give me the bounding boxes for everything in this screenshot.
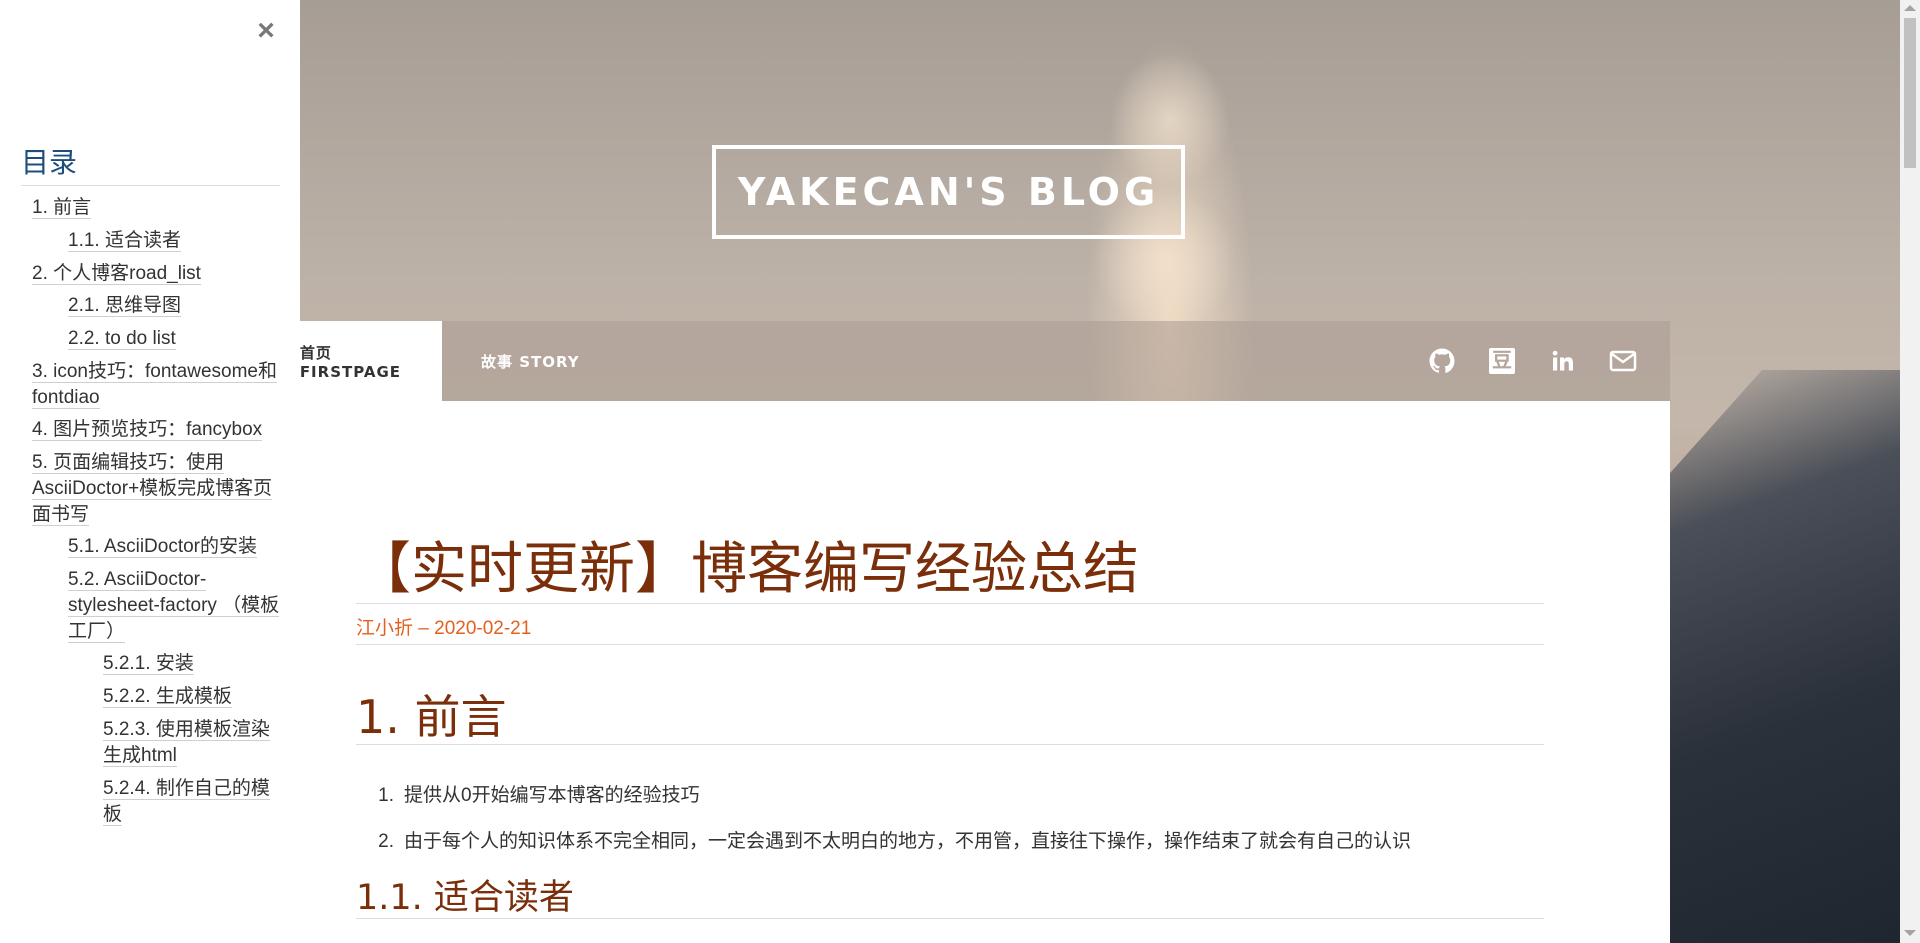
toc-link[interactable]: 2.2. to do list <box>68 328 176 350</box>
github-icon[interactable] <box>1424 343 1460 379</box>
page-scrollbar[interactable] <box>1900 0 1920 943</box>
toc-item-1[interactable]: 1. 前言 <box>32 195 92 221</box>
toc-item-4[interactable]: 4. 图片预览技巧：fancybox <box>32 417 282 443</box>
mail-icon[interactable] <box>1605 343 1641 379</box>
nav-story-label: 故事 STORY <box>481 352 580 371</box>
toc-item-1-1[interactable]: 1.1. 适合读者 <box>68 228 181 254</box>
douban-glyph: 豆 <box>1489 348 1515 374</box>
list-item: 1. 提供从0开始编写本博客的经验技巧 <box>356 773 1411 819</box>
toc-item-2-1[interactable]: 2.1. 思维导图 <box>68 293 181 319</box>
toc-link[interactable]: 2. 个人博客road_list <box>32 263 201 285</box>
divider <box>356 603 1544 604</box>
toc-link[interactable]: 5.2.2. 生成模板 <box>103 686 232 708</box>
section-heading-preface: 1. 前言 <box>356 690 507 744</box>
toc-link[interactable]: 5.2.3. 使用模板渲染生成html <box>103 719 270 767</box>
toc-item-5[interactable]: 5. 页面编辑技巧：使用AsciiDoctor+模板完成博客页面书写 <box>32 450 277 528</box>
list-item: 2. 由于每个人的知识体系不完全相同，一定会遇到不太明白的地方，不用管，直接往下操… <box>356 819 1411 865</box>
douban-icon[interactable]: 豆 <box>1484 343 1520 379</box>
list-item-text: 由于每个人的知识体系不完全相同，一定会遇到不太明白的地方，不用管，直接往下操作，… <box>404 831 1412 852</box>
toc-link[interactable]: 1. 前言 <box>32 197 92 219</box>
toc-item-5-2-2[interactable]: 5.2.2. 生成模板 <box>103 684 232 710</box>
toc-item-5-2-1[interactable]: 5.2.1. 安装 <box>103 651 194 677</box>
toc-link[interactable]: 2.1. 思维导图 <box>68 295 181 317</box>
toc-link[interactable]: 5.2.4. 制作自己的模板 <box>103 778 270 826</box>
main-navbar: 首页 FIRSTPAGE 故事 STORY 豆 <box>300 321 1670 401</box>
toc-link[interactable]: 1.1. 适合读者 <box>68 230 181 252</box>
post-title: 【实时更新】博客编写经验总结 <box>355 537 1139 602</box>
toc-item-2-2[interactable]: 2.2. to do list <box>68 326 176 352</box>
toc-link[interactable]: 3. icon技巧：fontawesome和fontdiao <box>32 361 277 409</box>
preface-list: 1. 提供从0开始编写本博客的经验技巧 2. 由于每个人的知识体系不完全相同，一定会… <box>356 773 1411 865</box>
close-icon[interactable]: × <box>252 14 280 48</box>
toc-item-5-2-4[interactable]: 5.2.4. 制作自己的模板 <box>103 776 283 828</box>
nav-firstpage-label: 首页 FIRSTPAGE <box>299 343 402 381</box>
toc-title: 目录 <box>21 141 280 186</box>
toc-sidebar: × 目录 1. 前言 1.1. 适合读者 2. 个人博客road_list 2.… <box>0 0 300 943</box>
site-title[interactable]: YAKECAN'S BLOG <box>712 145 1185 239</box>
scroll-up-arrow-icon[interactable] <box>1904 5 1916 11</box>
divider <box>356 644 1544 645</box>
hero-background-rock <box>1670 370 1900 943</box>
toc-link[interactable]: 5.2.1. 安装 <box>103 653 194 675</box>
list-item-text: 提供从0开始编写本博客的经验技巧 <box>404 785 700 806</box>
section-heading-readers: 1.1. 适合读者 <box>356 878 574 918</box>
toc-item-2[interactable]: 2. 个人博客road_list <box>32 261 201 287</box>
divider <box>356 744 1544 745</box>
toc-link[interactable]: 5.1. AsciiDoctor的安装 <box>68 536 257 558</box>
toc-link[interactable]: 5. 页面编辑技巧：使用AsciiDoctor+模板完成博客页面书写 <box>32 452 273 526</box>
toc-item-5-2-3[interactable]: 5.2.3. 使用模板渲染生成html <box>103 717 283 769</box>
post-meta: 江小折 – 2020-02-21 <box>356 618 532 639</box>
toc-item-5-1[interactable]: 5.1. AsciiDoctor的安装 <box>68 534 278 560</box>
toc-link[interactable]: 4. 图片预览技巧：fancybox <box>32 419 263 441</box>
toc-item-5-2[interactable]: 5.2. AsciiDoctor-stylesheet-factory （模板工… <box>68 567 280 645</box>
nav-story[interactable]: 故事 STORY <box>481 321 580 401</box>
list-item-number: 2. <box>378 831 394 852</box>
nav-firstpage[interactable]: 首页 FIRSTPAGE <box>300 321 442 401</box>
toc-link[interactable]: 5.2. AsciiDoctor-stylesheet-factory （模板工… <box>68 569 280 643</box>
post-content: 【实时更新】博客编写经验总结 江小折 – 2020-02-21 1. 前言 1.… <box>300 401 1670 943</box>
list-item-number: 1. <box>378 785 394 806</box>
scroll-thumb[interactable] <box>1904 18 1916 168</box>
linkedin-icon[interactable] <box>1545 343 1581 379</box>
scroll-down-arrow-icon[interactable] <box>1904 930 1916 936</box>
divider <box>356 918 1544 919</box>
toc-item-3[interactable]: 3. icon技巧：fontawesome和fontdiao <box>32 359 277 411</box>
